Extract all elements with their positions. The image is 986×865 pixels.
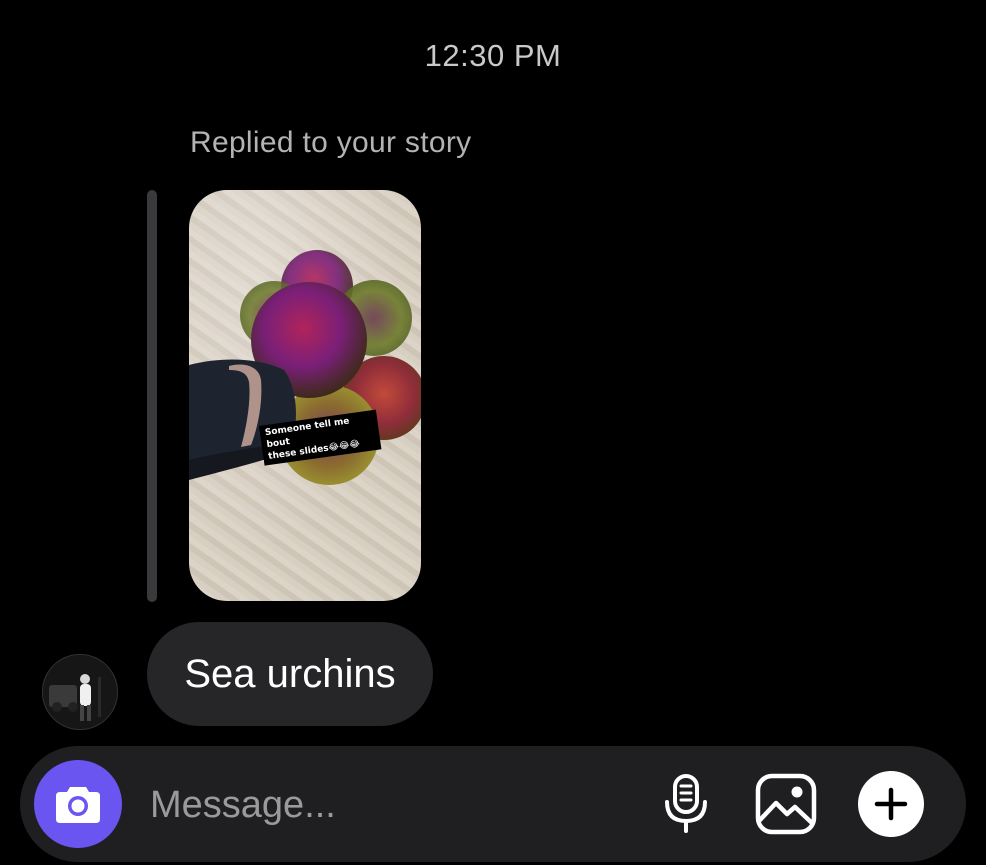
microphone-icon	[665, 774, 707, 833]
plus-icon	[874, 787, 908, 821]
add-button[interactable]	[858, 771, 924, 837]
camera-button[interactable]	[34, 760, 122, 848]
sender-avatar[interactable]	[42, 654, 118, 730]
message-input[interactable]	[148, 779, 632, 831]
avatar-image	[43, 655, 117, 729]
message-composer	[20, 746, 966, 862]
story-reply-label: Replied to your story	[190, 126, 472, 159]
gallery-icon	[755, 773, 817, 835]
message-timestamp: 12:30 PM	[424, 38, 562, 73]
story-image	[189, 250, 421, 485]
message-bubble[interactable]: Sea urchins	[147, 622, 433, 726]
reply-quote-bar	[147, 190, 157, 602]
gallery-button[interactable]	[754, 772, 818, 836]
camera-icon	[56, 787, 100, 823]
story-thumbnail[interactable]: Someone tell me bout these slides😂😂😂	[189, 190, 421, 601]
microphone-button[interactable]	[654, 772, 718, 836]
